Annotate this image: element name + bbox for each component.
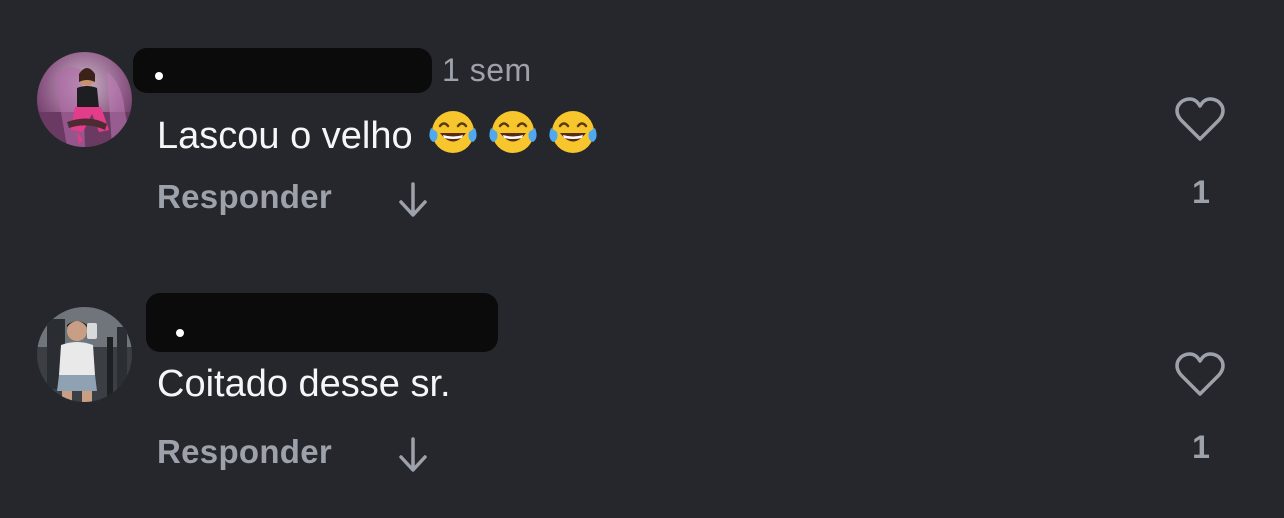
avatar-image xyxy=(37,52,132,147)
face-with-tears-of-joy-icon xyxy=(549,111,597,153)
face-with-tears-of-joy-icon xyxy=(489,111,537,153)
comment-timestamp: 1 sem xyxy=(442,52,532,88)
redaction-dot xyxy=(155,72,163,80)
username-redacted[interactable] xyxy=(146,293,498,352)
emoji-group xyxy=(427,108,599,156)
username-redacted[interactable] xyxy=(133,48,432,93)
like-count: 1 xyxy=(1192,429,1210,465)
heart-icon[interactable] xyxy=(1174,351,1226,399)
reply-button[interactable]: Responder xyxy=(157,178,332,216)
like-count: 1 xyxy=(1192,174,1210,210)
face-with-tears-of-joy-icon xyxy=(429,111,477,153)
avatar-image xyxy=(37,307,132,402)
comment-text: Coitado desse sr. xyxy=(157,363,451,405)
arrow-down-icon[interactable] xyxy=(396,180,430,220)
arrow-down-icon[interactable] xyxy=(396,435,430,475)
comment-text-content: Lascou o velho xyxy=(157,115,413,157)
heart-icon[interactable] xyxy=(1174,96,1226,144)
avatar[interactable] xyxy=(37,307,132,402)
avatar[interactable] xyxy=(37,52,132,147)
comment-text: Lascou o velho xyxy=(157,108,599,158)
reply-button[interactable]: Responder xyxy=(157,433,332,471)
redaction-dot xyxy=(176,329,184,337)
